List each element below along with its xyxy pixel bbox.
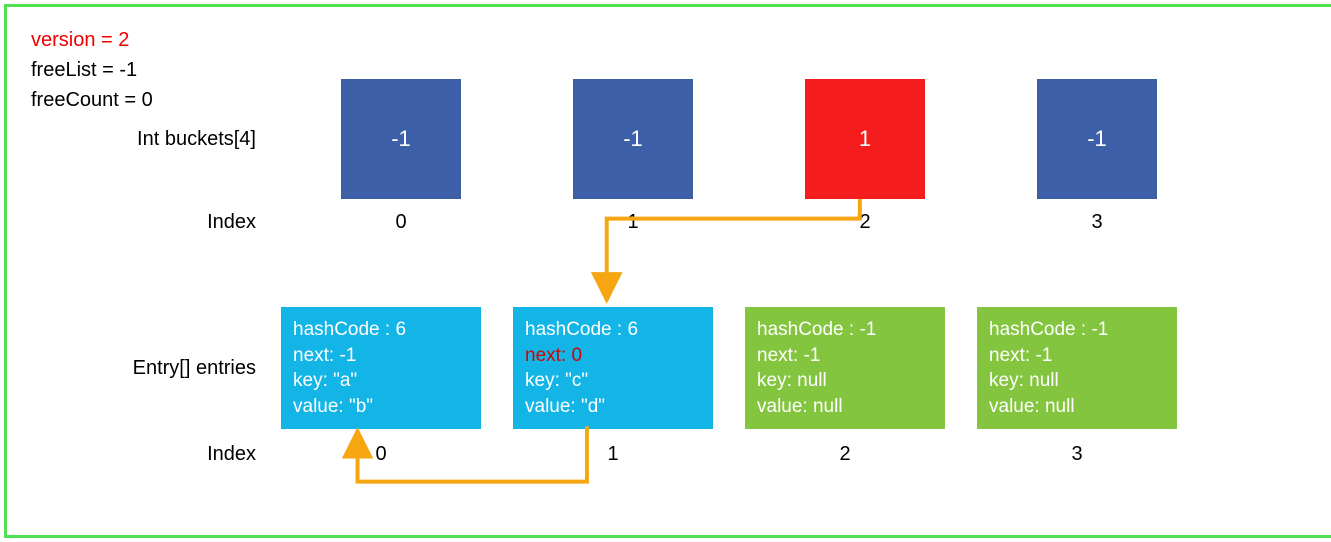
entry-index-cells: 0 1 2 3: [281, 443, 1177, 466]
entry-1-next: next: 0: [525, 343, 701, 369]
entries-cells: hashCode : 6 next: -1 key: "a" value: "b…: [281, 307, 1177, 429]
entry-3-key: key: null: [989, 368, 1165, 394]
buckets-label: Int buckets[4]: [31, 128, 266, 151]
entry-index-2: 2: [745, 443, 945, 466]
index-label-1: Index: [31, 211, 266, 234]
entry-3: hashCode : -1 next: -1 key: null value: …: [977, 307, 1177, 429]
bucket-3-value: -1: [1087, 126, 1107, 152]
entry-0-next: next: -1: [293, 343, 469, 369]
bucket-2: 1: [805, 79, 925, 199]
bucket-index-2: 2: [805, 211, 925, 234]
entries-label: Entry[] entries: [31, 357, 266, 380]
entry-index-3: 3: [977, 443, 1177, 466]
entry-index-row: Index 0 1 2 3: [31, 443, 1308, 466]
entry-2-hash: hashCode : -1: [757, 317, 933, 343]
entry-1: hashCode : 6 next: 0 key: "c" value: "d": [513, 307, 713, 429]
bucket-index-cells: 0 1 2 3: [341, 211, 1157, 234]
entry-0: hashCode : 6 next: -1 key: "a" value: "b…: [281, 307, 481, 429]
bucket-2-value: 1: [859, 126, 871, 152]
entry-index-0: 0: [281, 443, 481, 466]
entries-row: Entry[] entries hashCode : 6 next: -1 ke…: [31, 307, 1308, 429]
entry-0-key: key: "a": [293, 368, 469, 394]
entry-3-next: next: -1: [989, 343, 1165, 369]
bucket-1: -1: [573, 79, 693, 199]
bucket-0: -1: [341, 79, 461, 199]
bucket-3: -1: [1037, 79, 1157, 199]
entry-2-next: next: -1: [757, 343, 933, 369]
entry-1-hash: hashCode : 6: [525, 317, 701, 343]
entry-2-key: key: null: [757, 368, 933, 394]
entry-index-1: 1: [513, 443, 713, 466]
entry-3-value: value: null: [989, 394, 1165, 420]
entry-2: hashCode : -1 next: -1 key: null value: …: [745, 307, 945, 429]
version-line: version = 2: [31, 25, 153, 55]
bucket-index-3: 3: [1037, 211, 1157, 234]
index-label-2: Index: [31, 443, 266, 466]
entry-1-key: key: "c": [525, 368, 701, 394]
entry-2-value: value: null: [757, 394, 933, 420]
entry-0-value: value: "b": [293, 394, 469, 420]
entry-0-hash: hashCode : 6: [293, 317, 469, 343]
bucket-1-value: -1: [623, 126, 643, 152]
buckets-row: Int buckets[4] -1 -1 1 -1: [31, 79, 1308, 199]
buckets-cells: -1 -1 1 -1: [341, 79, 1157, 199]
bucket-index-1: 1: [573, 211, 693, 234]
bucket-index-row: Index 0 1 2 3: [31, 211, 1308, 234]
diagram-frame: version = 2 freeList = -1 freeCount = 0 …: [4, 4, 1331, 538]
bucket-index-0: 0: [341, 211, 461, 234]
entry-1-value: value: "d": [525, 394, 701, 420]
entry-3-hash: hashCode : -1: [989, 317, 1165, 343]
bucket-0-value: -1: [391, 126, 411, 152]
